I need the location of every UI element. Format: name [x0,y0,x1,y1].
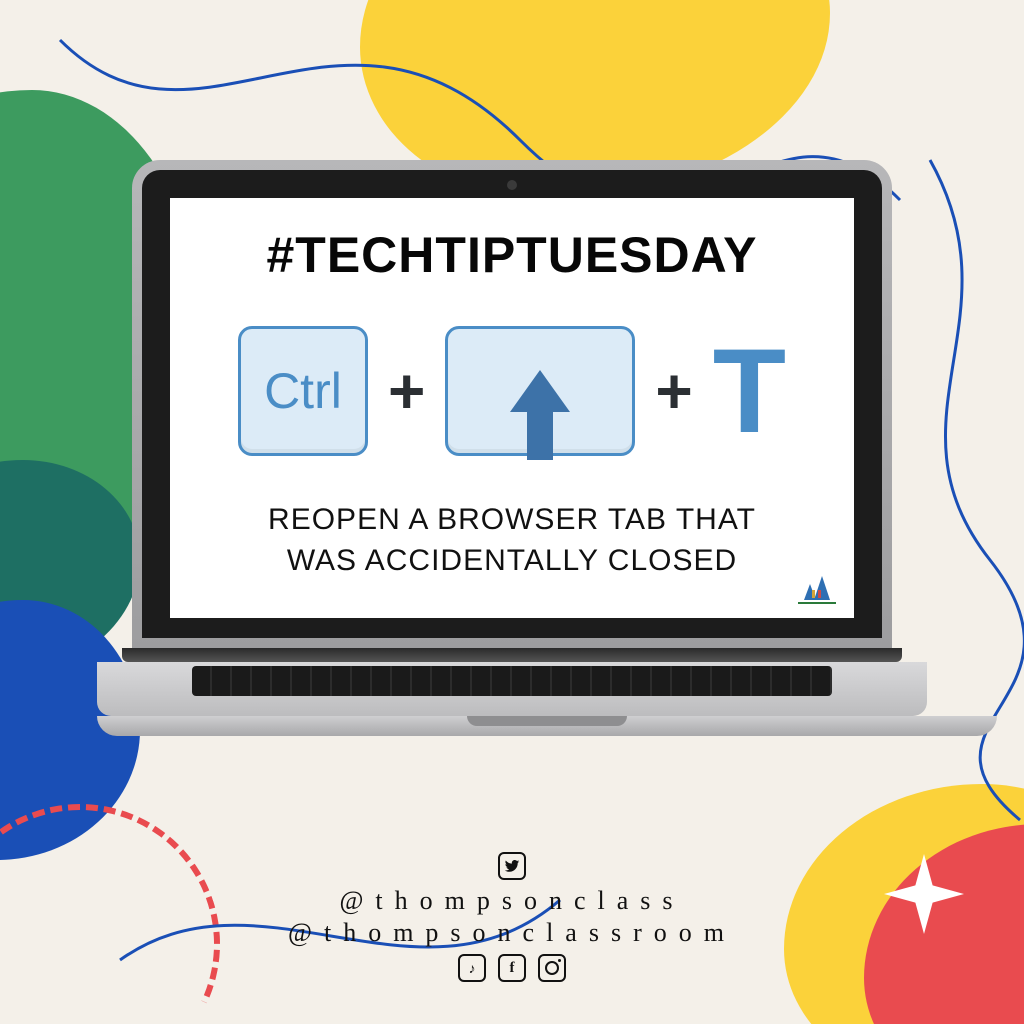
social-icon-row-bottom: ♪ f [0,954,1024,982]
laptop-notch [467,716,627,726]
hashtag-heading: #TECHTIPTUESDAY [202,226,822,284]
key-shift [445,326,635,456]
laptop-base [97,716,997,736]
tip-line-2: WAS ACCIDENTALLY CLOSED [202,541,822,582]
social-handle-2: @thompsonclassroom [0,918,1024,948]
laptop-bezel: #TECHTIPTUESDAY Ctrl + + T REOPEN A BROW… [142,170,882,638]
plus-separator-2: + [655,354,692,428]
facebook-icon: f [498,954,526,982]
tip-description: REOPEN A BROWSER TAB THAT WAS ACCIDENTAL… [202,500,822,581]
arrow-up-icon [510,370,570,412]
laptop-keyboard [192,666,832,696]
twitter-icon [498,852,526,880]
shortcut-keys-row: Ctrl + + T [202,326,822,456]
district-logo-icon [794,570,840,606]
instagram-icon [538,954,566,982]
social-handle-1: @thompsonclass [0,886,1024,916]
key-t-label: T [713,331,786,451]
social-icon-row-top [0,852,1024,880]
laptop-hinge [122,648,902,662]
tip-line-1: REOPEN A BROWSER TAB THAT [202,500,822,541]
tiktok-icon: ♪ [458,954,486,982]
plus-separator-1: + [388,354,425,428]
laptop-illustration: #TECHTIPTUESDAY Ctrl + + T REOPEN A BROW… [97,160,927,736]
laptop-screen: #TECHTIPTUESDAY Ctrl + + T REOPEN A BROW… [170,198,854,618]
laptop-keyboard-deck [97,662,927,716]
key-ctrl-label: Ctrl [264,362,342,420]
laptop-lid: #TECHTIPTUESDAY Ctrl + + T REOPEN A BROW… [132,160,892,648]
laptop-camera-icon [507,180,517,190]
social-footer: @thompsonclass @thompsonclassroom ♪ f [0,846,1024,988]
key-ctrl: Ctrl [238,326,368,456]
